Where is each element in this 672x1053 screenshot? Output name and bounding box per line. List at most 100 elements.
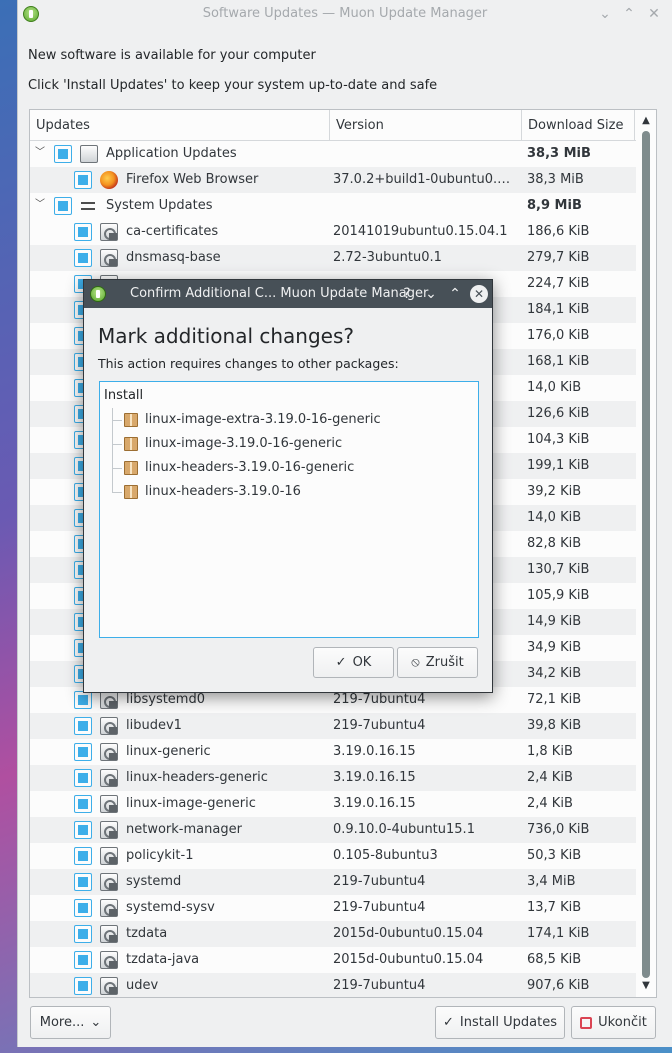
scroll-down-icon[interactable]: ▼ [639, 979, 653, 993]
table-row[interactable]: tzdata 2015d-0ubuntu0.15.04 174,1 KiB [30, 921, 636, 947]
table-row[interactable]: systemd-sysv 219-7ubuntu4 13,7 KiB [30, 895, 636, 921]
table-row[interactable]: Firefox Web Browser 37.0.2+build1-0ubuntu… [30, 167, 636, 193]
checkbox[interactable] [74, 223, 92, 241]
column-download-size[interactable]: Download Size [522, 110, 635, 140]
package-name: systemd [126, 874, 182, 889]
table-row[interactable]: linux-headers-generic 3.19.0.16.15 2,4 KiB [30, 765, 636, 791]
scroll-up-icon[interactable]: ▲ [639, 114, 653, 128]
package-size: 1,8 KiB [527, 744, 573, 759]
maximize-icon[interactable]: ⌃ [619, 4, 639, 24]
table-row[interactable]: linux-generic 3.19.0.16.15 1,8 KiB [30, 739, 636, 765]
package-version: 0.9.10.0-4ubuntu15.1 [333, 822, 475, 837]
list-item[interactable]: linux-image-extra-3.19.0-16-generic [145, 412, 381, 427]
package-size: 14,0 KiB [527, 510, 582, 525]
checkbox[interactable] [74, 743, 92, 761]
package-icon [100, 743, 118, 761]
table-row[interactable]: network-manager 0.9.10.0-4ubuntu15.1 736,0… [30, 817, 636, 843]
close-icon[interactable]: ✕ [644, 4, 664, 24]
table-row[interactable]: udev 219-7ubuntu4 907,6 KiB [30, 973, 636, 997]
checkbox[interactable] [74, 847, 92, 865]
package-version: 2015d-0ubuntu0.15.04 [333, 952, 484, 967]
list-item[interactable]: linux-headers-3.19.0-16 [145, 484, 301, 499]
package-version: 3.19.0.16.15 [333, 770, 416, 785]
package-name: policykit-1 [126, 848, 194, 863]
checkbox[interactable] [74, 769, 92, 787]
group-row-application[interactable]: ﹀ Application Updates 38,3 MiB [30, 141, 636, 167]
package-icon [100, 223, 118, 241]
table-row[interactable]: ca-certificates 20141019ubuntu0.15.04.1 18… [30, 219, 636, 245]
table-row[interactable]: systemd 219-7ubuntu4 3,4 MiB [30, 869, 636, 895]
table-row[interactable]: policykit-1 0.105-8ubuntu3 50,3 KiB [30, 843, 636, 869]
checkbox[interactable] [74, 691, 92, 709]
package-icon [124, 485, 138, 499]
column-updates[interactable]: Updates [30, 110, 330, 140]
package-size: 130,7 KiB [527, 562, 590, 577]
checkbox[interactable] [54, 197, 72, 215]
group-row-system[interactable]: ﹀ System Updates 8,9 MiB [30, 193, 636, 219]
checkbox[interactable] [54, 145, 72, 163]
close-icon[interactable]: ✕ [470, 285, 488, 303]
package-size: 174,1 KiB [527, 926, 590, 941]
checkbox[interactable] [74, 873, 92, 891]
checkbox[interactable] [74, 951, 92, 969]
package-size: 104,3 KiB [527, 432, 590, 447]
install-group-label: Install [104, 388, 144, 403]
help-icon[interactable]: ? [397, 284, 417, 304]
chevron-down-icon[interactable]: ﹀ [34, 199, 46, 211]
package-size: 34,9 KiB [527, 640, 582, 655]
package-version: 219-7ubuntu4 [333, 692, 426, 707]
package-icon [100, 769, 118, 787]
checkbox[interactable] [74, 899, 92, 917]
package-name: tzdata-java [126, 952, 200, 967]
checkbox[interactable] [74, 795, 92, 813]
checkbox[interactable] [74, 249, 92, 267]
group-name: System Updates [106, 198, 213, 213]
package-name: ca-certificates [126, 224, 219, 239]
checkbox[interactable] [74, 925, 92, 943]
more-button[interactable]: More... ⌄ [30, 1006, 111, 1039]
more-label: More... [39, 1015, 85, 1030]
tree-branch [112, 468, 122, 469]
quit-label: Ukončit [598, 1015, 647, 1030]
check-icon: ✓ [442, 1015, 454, 1030]
package-icon [100, 899, 118, 917]
window-title: Software Updates — Muon Update Manager [202, 6, 488, 21]
tree-branch [112, 444, 122, 445]
package-size: 199,1 KiB [527, 458, 590, 473]
table-row[interactable]: dnsmasq-base 2.72-3ubuntu0.1 279,7 KiB [30, 245, 636, 271]
checkbox[interactable] [74, 821, 92, 839]
minimize-icon[interactable]: ⌄ [595, 4, 615, 24]
maximize-icon[interactable]: ⌃ [445, 284, 465, 304]
package-size: 224,7 KiB [527, 276, 590, 291]
table-row[interactable]: tzdata-java 2015d-0ubuntu0.15.04 68,5 KiB [30, 947, 636, 973]
minimize-icon[interactable]: ⌄ [421, 284, 441, 304]
install-label: Install Updates [459, 1015, 558, 1030]
changes-list[interactable]: Install linux-image-extra-3.19.0-16-gene… [99, 381, 479, 638]
package-version: 37.0.2+build1-0ubuntu0.15.04.1 [333, 172, 518, 187]
package-icon [100, 249, 118, 267]
table-row[interactable]: linux-image-generic 3.19.0.16.15 2,4 KiB [30, 791, 636, 817]
checkbox[interactable] [74, 171, 92, 189]
column-version[interactable]: Version [330, 110, 522, 140]
package-size: 126,6 KiB [527, 406, 590, 421]
checkbox[interactable] [74, 977, 92, 995]
package-name: network-manager [126, 822, 242, 837]
cancel-button[interactable]: ⦸ Zrušit [397, 647, 478, 678]
chevron-down-icon[interactable]: ﹀ [34, 147, 46, 159]
checkbox[interactable] [74, 717, 92, 735]
system-updates-icon [80, 197, 98, 215]
group-size: 38,3 MiB [527, 146, 591, 161]
package-size: 39,2 KiB [527, 484, 582, 499]
list-item[interactable]: linux-headers-3.19.0-16-generic [145, 460, 354, 475]
ok-button[interactable]: ✓ OK [313, 647, 394, 678]
package-icon [100, 691, 118, 709]
vertical-scrollbar[interactable]: ▲ ▼ [636, 110, 656, 997]
chevron-down-icon: ⌄ [90, 1015, 102, 1030]
page-title: New software is available for your compu… [28, 48, 316, 63]
quit-button[interactable]: Ukončit [571, 1006, 656, 1039]
package-icon [100, 977, 118, 995]
scroll-thumb[interactable] [642, 131, 650, 978]
install-updates-button[interactable]: ✓ Install Updates [435, 1006, 565, 1039]
table-row[interactable]: libudev1 219-7ubuntu4 39,8 KiB [30, 713, 636, 739]
list-item[interactable]: linux-image-3.19.0-16-generic [145, 436, 342, 451]
